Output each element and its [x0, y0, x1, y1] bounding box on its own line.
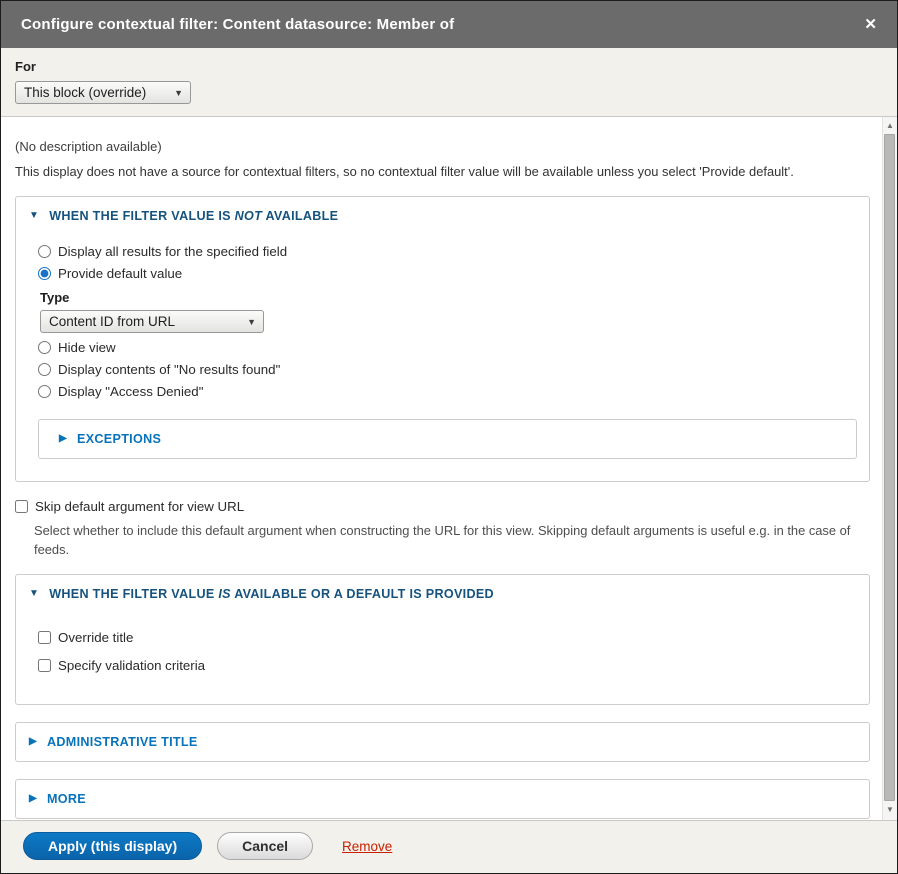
fieldset-administrative-title: ▶ ADMINISTRATIVE TITLE	[15, 722, 870, 762]
scrollbar-thumb[interactable]	[884, 134, 895, 801]
fieldset-value-not-available: ▼ WHEN THE FILTER VALUE IS NOT AVAILABLE…	[15, 196, 870, 482]
fieldset-legend: ADMINISTRATIVE TITLE	[47, 735, 198, 749]
for-label: For	[15, 59, 877, 74]
radio-hide-view[interactable]: Hide view	[38, 340, 857, 355]
fieldset-exceptions: ▶ EXCEPTIONS	[38, 419, 857, 459]
radio-provide-default-value[interactable]: Provide default value	[38, 266, 857, 281]
radio-label: Hide view	[58, 340, 116, 355]
fieldset-legend: WHEN THE FILTER VALUE IS NOT AVAILABLE	[49, 209, 338, 223]
display-source-note: This display does not have a source for …	[15, 164, 870, 179]
for-select[interactable]: This block (override) ▼	[15, 81, 191, 104]
fieldset-more: ▶ MORE	[15, 779, 870, 819]
checkbox-specify-validation-criteria[interactable]: Specify validation criteria	[38, 658, 857, 673]
triangle-right-icon: ▶	[29, 736, 37, 747]
fieldset-value-available-body: Override title Specify validation criter…	[16, 613, 869, 704]
fieldset-exceptions-summary[interactable]: ▶ EXCEPTIONS	[39, 420, 856, 458]
dialog-titlebar: Configure contextual filter: Content dat…	[1, 1, 897, 48]
checkbox-label: Skip default argument for view URL	[35, 499, 244, 514]
dialog-footer: Apply (this display) Cancel Remove	[1, 820, 897, 873]
dialog-title: Configure contextual filter: Content dat…	[21, 16, 862, 33]
radio-display-all-results-input[interactable]	[38, 245, 51, 258]
checkbox-label: Specify validation criteria	[58, 658, 205, 673]
radio-display-no-results-input[interactable]	[38, 363, 51, 376]
checkbox-override-title[interactable]: Override title	[38, 630, 857, 645]
radio-provide-default-value-input[interactable]	[38, 267, 51, 280]
cancel-button[interactable]: Cancel	[217, 832, 313, 860]
skip-default-argument-description: Select whether to include this default a…	[34, 521, 870, 559]
radio-display-access-denied[interactable]: Display "Access Denied"	[38, 384, 857, 399]
type-select[interactable]: Content ID from URL ▼	[40, 310, 264, 333]
fieldset-value-available-summary[interactable]: ▼ WHEN THE FILTER VALUE IS AVAILABLE OR …	[16, 575, 869, 613]
chevron-down-icon: ▼	[164, 88, 183, 98]
triangle-down-icon: ▼	[29, 588, 39, 599]
radio-label: Display contents of "No results found"	[58, 362, 280, 377]
scroll-up-icon[interactable]: ▲	[883, 122, 897, 130]
checkbox-skip-default-argument[interactable]: Skip default argument for view URL	[15, 499, 870, 514]
fieldset-value-not-available-body: Display all results for the specified fi…	[16, 235, 869, 481]
remove-link[interactable]: Remove	[342, 839, 392, 854]
fieldset-value-not-available-summary[interactable]: ▼ WHEN THE FILTER VALUE IS NOT AVAILABLE	[16, 197, 869, 235]
fieldset-legend: WHEN THE FILTER VALUE IS AVAILABLE OR A …	[49, 587, 494, 601]
fieldset-value-available: ▼ WHEN THE FILTER VALUE IS AVAILABLE OR …	[15, 574, 870, 705]
chevron-down-icon: ▼	[237, 317, 256, 327]
triangle-right-icon: ▶	[59, 433, 67, 444]
triangle-down-icon: ▼	[29, 210, 39, 221]
type-select-value: Content ID from URL	[49, 314, 175, 329]
vertical-scrollbar[interactable]: ▲ ▼	[882, 117, 897, 820]
radio-label: Display "Access Denied"	[58, 384, 203, 399]
type-label: Type	[40, 290, 857, 305]
apply-button[interactable]: Apply (this display)	[23, 832, 202, 860]
checkbox-skip-default-argument-input[interactable]	[15, 500, 28, 513]
radio-hide-view-input[interactable]	[38, 341, 51, 354]
scroll-down-icon[interactable]: ▼	[883, 806, 897, 814]
dialog-scroll-content: (No description available) This display …	[1, 117, 882, 820]
fieldset-administrative-title-summary[interactable]: ▶ ADMINISTRATIVE TITLE	[16, 723, 869, 761]
checkbox-label: Override title	[58, 630, 133, 645]
radio-label: Display all results for the specified fi…	[58, 244, 287, 259]
configure-contextual-filter-dialog: Configure contextual filter: Content dat…	[0, 0, 898, 874]
checkbox-override-title-input[interactable]	[38, 631, 51, 644]
triangle-right-icon: ▶	[29, 793, 37, 804]
close-icon[interactable]: ✕	[862, 13, 879, 36]
for-section: For This block (override) ▼	[1, 48, 897, 117]
radio-label: Provide default value	[58, 266, 182, 281]
checkbox-specify-validation-criteria-input[interactable]	[38, 659, 51, 672]
fieldset-legend: MORE	[47, 792, 86, 806]
dialog-body: (No description available) This display …	[1, 117, 897, 820]
for-select-value: This block (override)	[24, 85, 146, 100]
radio-display-no-results[interactable]: Display contents of "No results found"	[38, 362, 857, 377]
no-description-text: (No description available)	[15, 139, 870, 154]
fieldset-more-summary[interactable]: ▶ MORE	[16, 780, 869, 818]
fieldset-legend: EXCEPTIONS	[77, 432, 161, 446]
radio-display-access-denied-input[interactable]	[38, 385, 51, 398]
radio-display-all-results[interactable]: Display all results for the specified fi…	[38, 244, 857, 259]
